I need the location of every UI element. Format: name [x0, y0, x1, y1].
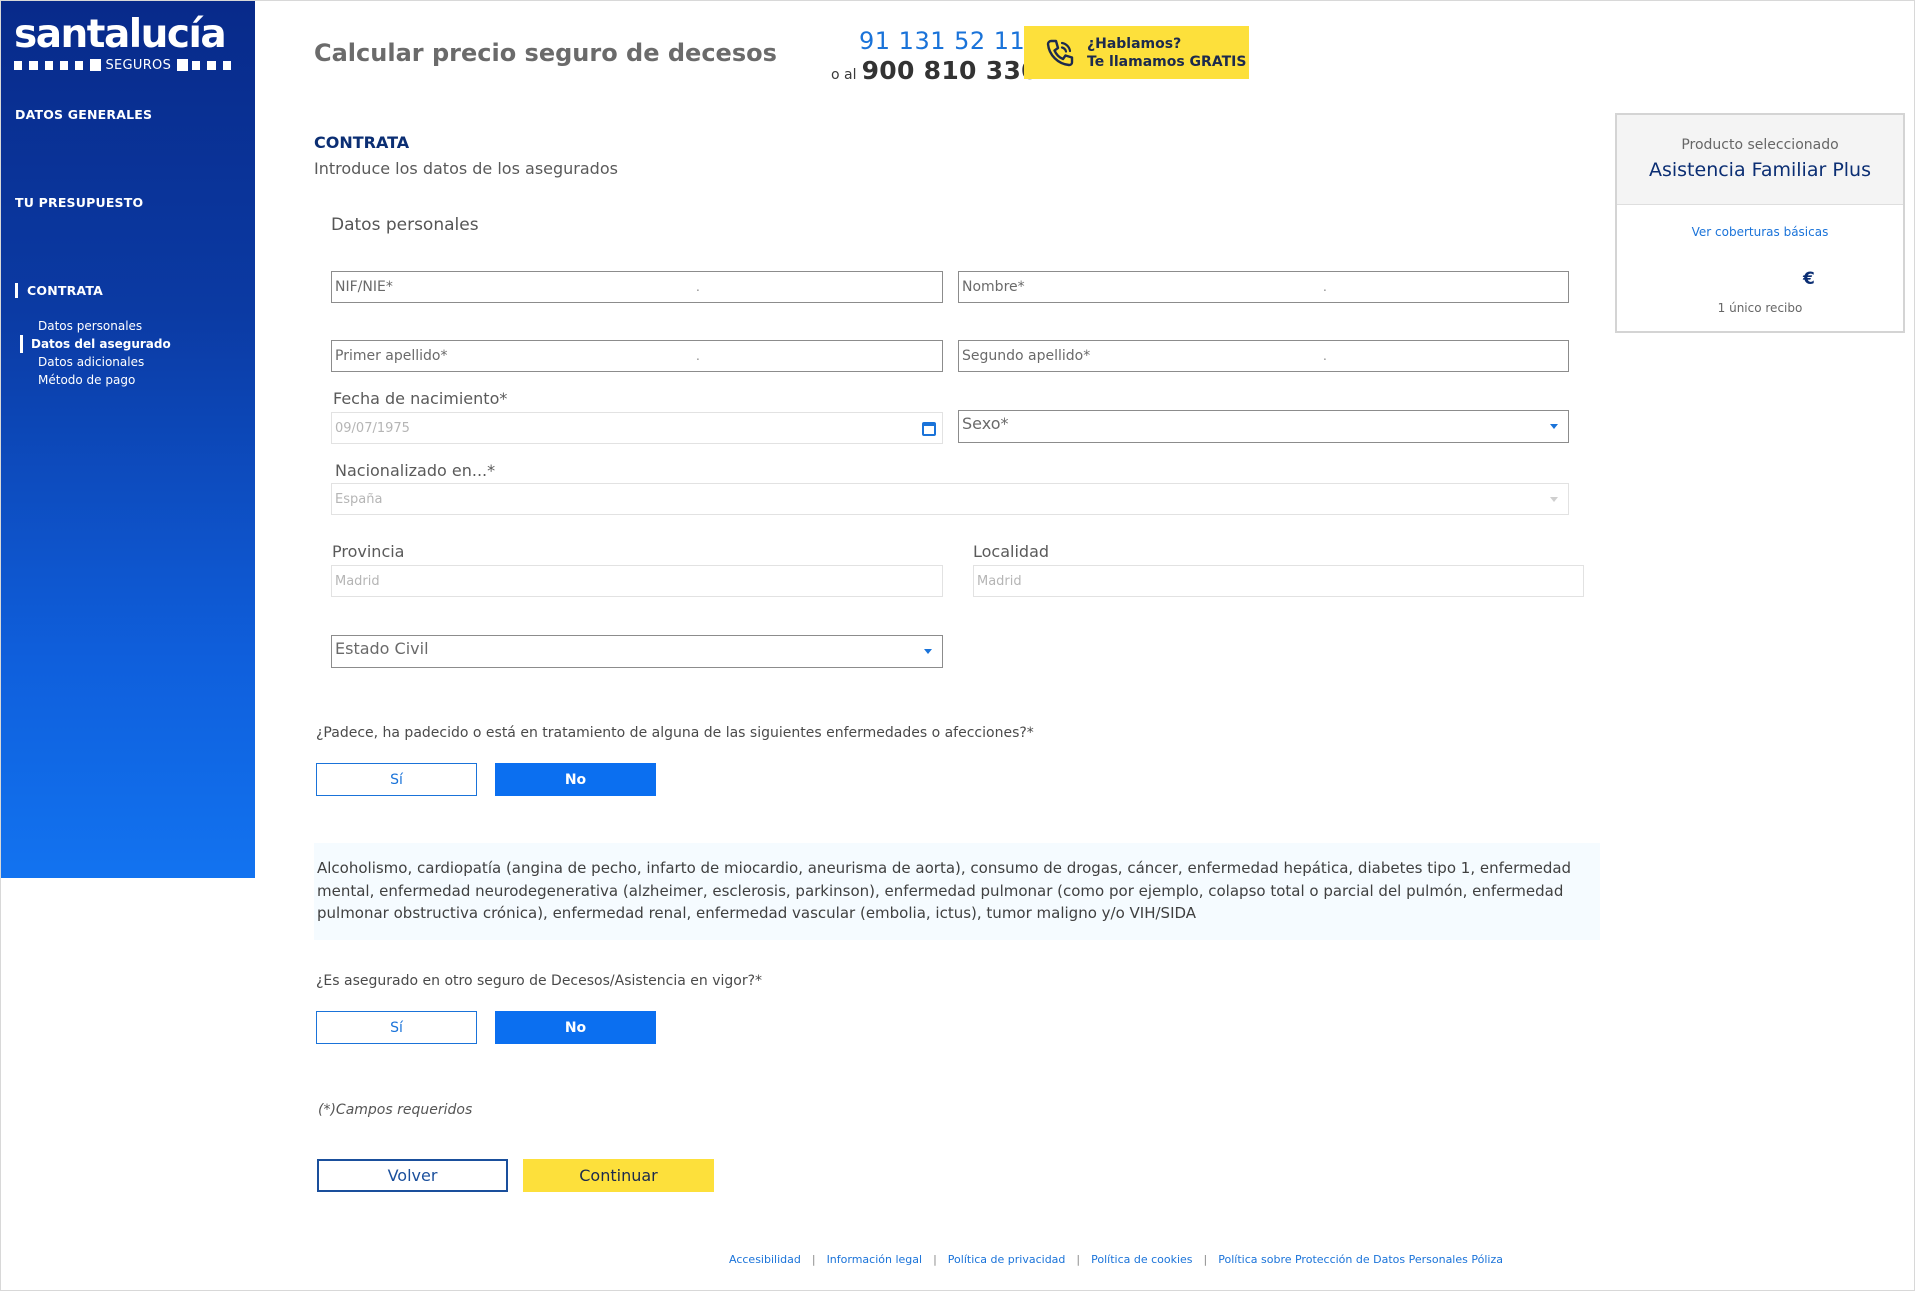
phone-alt-number: 900 810 330 [861, 56, 1039, 85]
callback-line-2: Te llamamos GRATIS [1087, 53, 1247, 70]
estado-civil-select[interactable]: Estado Civil [331, 635, 943, 668]
substep-datos-adicionales[interactable]: Datos adicionales [25, 353, 171, 371]
logo-wordmark: santalucía [14, 12, 227, 57]
nombre-dot: . [1323, 280, 1327, 294]
footer-link-accesibilidad[interactable]: Accesibilidad [729, 1253, 801, 1266]
q1-yes-button[interactable]: Sí [316, 763, 477, 796]
primer-apellido-input[interactable]: Primer apellido* . [331, 340, 943, 372]
phone-call-icon [1046, 39, 1074, 66]
question-otro-seguro: ¿Es asegurado en otro seguro de Decesos/… [316, 973, 763, 989]
page-title: Calcular precio seguro de decesos [314, 39, 777, 67]
question-enfermedades: ¿Padece, ha padecido o está en tratamien… [316, 725, 1034, 741]
segundo-apellido-input[interactable]: Segundo apellido* . [958, 340, 1569, 372]
provincia-label: Provincia [332, 542, 405, 561]
product-card-header: Producto seleccionado Asistencia Familia… [1617, 115, 1903, 205]
sidebar-substeps: Datos personales Datos del asegurado Dat… [20, 317, 171, 389]
footer-link-privacidad[interactable]: Política de privacidad [948, 1253, 1066, 1266]
localidad-input[interactable]: Madrid [973, 565, 1584, 597]
chevron-down-icon [1550, 424, 1558, 429]
estado-civil-placeholder: Estado Civil [335, 639, 429, 658]
nombre-placeholder: Nombre* [962, 279, 1025, 295]
substep-datos-personales[interactable]: Datos personales [25, 317, 171, 335]
section-subtitle: Introduce los datos de los asegurados [314, 159, 618, 178]
back-button[interactable]: Volver [317, 1159, 508, 1192]
required-fields-note: (*)Campos requeridos [318, 1102, 473, 1118]
fecha-nacimiento-label: Fecha de nacimiento* [333, 389, 508, 408]
phone-number-main[interactable]: 91 131 52 11 [859, 27, 1025, 55]
sidebar-step-datos-generales[interactable]: DATOS GENERALES [15, 107, 152, 122]
primer-apellido-dot: . [696, 349, 700, 363]
sidebar-step-contrata[interactable]: CONTRATA [15, 283, 103, 298]
q2-no-button[interactable]: No [495, 1011, 656, 1044]
callback-line-1: ¿Hablamos? [1087, 35, 1182, 52]
nif-input[interactable]: NIF/NIE* . [331, 271, 943, 303]
primer-apellido-placeholder: Primer apellido* [335, 348, 448, 364]
footer-separator: | [811, 1253, 816, 1266]
phone-alt-prefix: o al [831, 67, 857, 83]
diseases-info-box: Alcoholismo, cardiopatía (angina de pech… [314, 843, 1600, 940]
sexo-select[interactable]: Sexo* [958, 410, 1569, 443]
footer-separator: | [1076, 1253, 1081, 1266]
fecha-nacimiento-value: 09/07/1975 [335, 420, 410, 436]
fieldset-title: Datos personales [331, 215, 479, 235]
callback-label: ¿Hablamos? Te llamamos GRATIS [1087, 35, 1246, 71]
nacionalizado-select[interactable]: España [331, 483, 1569, 515]
logo-subline: SEGUROS [14, 57, 238, 73]
section-title: CONTRATA [314, 133, 410, 152]
nombre-input[interactable]: Nombre* . [958, 271, 1569, 303]
nacionalizado-label: Nacionalizado en...* [335, 461, 496, 480]
callback-button[interactable]: ¿Hablamos? Te llamamos GRATIS [1024, 26, 1249, 79]
ver-coberturas-link[interactable]: Ver coberturas básicas [1617, 225, 1903, 239]
localidad-value: Madrid [977, 573, 1022, 589]
segundo-apellido-placeholder: Segundo apellido* [962, 348, 1091, 364]
selected-product-card: Producto seleccionado Asistencia Familia… [1615, 113, 1905, 333]
footer-separator: | [1203, 1253, 1208, 1266]
product-payment-note: 1 único recibo [1717, 301, 1803, 315]
footer-link-proteccion-datos[interactable]: Política sobre Protección de Datos Perso… [1218, 1253, 1503, 1266]
nacionalizado-value: España [335, 491, 383, 507]
santalucia-logo[interactable]: santalucía SEGUROS [14, 15, 238, 73]
substep-datos-del-asegurado[interactable]: Datos del asegurado [20, 335, 171, 353]
q2-yes-button[interactable]: Sí [316, 1011, 477, 1044]
calendar-icon[interactable] [922, 422, 936, 436]
sidebar: santalucía SEGUROS DATOS GENERALES TU PR… [1, 1, 255, 878]
chevron-down-icon [1550, 497, 1558, 502]
localidad-label: Localidad [973, 542, 1050, 561]
footer-link-informacion-legal[interactable]: Información legal [827, 1253, 923, 1266]
phone-number-alt[interactable]: o al 900 810 330 [831, 56, 1039, 85]
sidebar-step-tu-presupuesto[interactable]: TU PRESUPUESTO [15, 195, 143, 210]
footer-links: Accesibilidad | Información legal | Polí… [729, 1253, 1503, 1266]
logo-seguros-text: SEGUROS [105, 57, 172, 73]
product-card-name: Asistencia Familiar Plus [1648, 159, 1871, 181]
nif-dot: . [696, 280, 700, 294]
provincia-input[interactable]: Madrid [331, 565, 943, 597]
continue-button[interactable]: Continuar [523, 1159, 714, 1192]
provincia-value: Madrid [335, 573, 380, 589]
substep-metodo-de-pago[interactable]: Método de pago [25, 371, 171, 389]
product-price: € [1803, 269, 1815, 289]
product-card-label: Producto seleccionado [1681, 137, 1839, 153]
segundo-apellido-dot: . [1323, 349, 1327, 363]
footer-separator: | [933, 1253, 937, 1266]
fecha-nacimiento-input[interactable]: 09/07/1975 [331, 412, 943, 444]
footer-link-cookies[interactable]: Política de cookies [1091, 1253, 1192, 1266]
nif-placeholder: NIF/NIE* [335, 279, 393, 295]
chevron-down-icon [924, 649, 932, 654]
sexo-placeholder: Sexo* [962, 414, 1009, 433]
q1-no-button[interactable]: No [495, 763, 656, 796]
